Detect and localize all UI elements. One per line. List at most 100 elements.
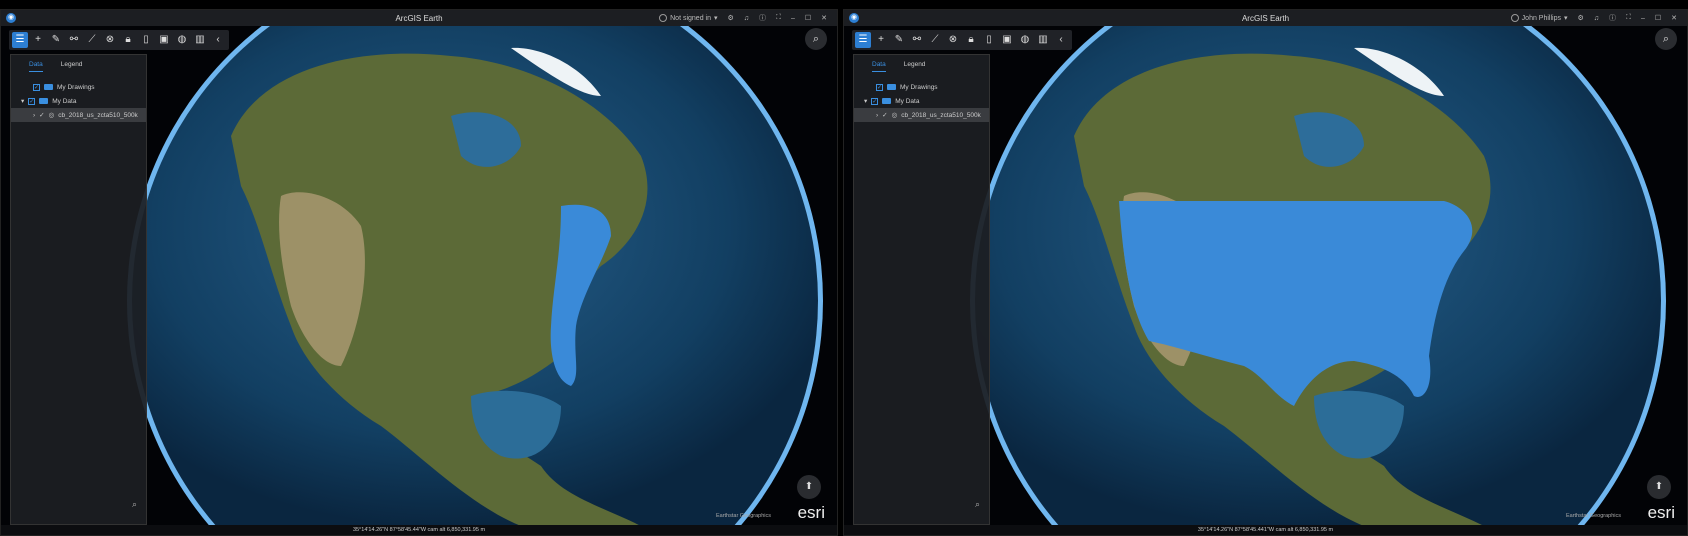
add-data-icon[interactable]: + [30,32,46,48]
contents-panel: Data Legend ✓ My Drawings ▾ ✓ My Data › ✓ ◎ cb… [853,54,990,525]
layer-label: My Data [895,97,920,105]
ruler-icon[interactable]: ⟋ [927,32,943,48]
folder-icon [887,84,896,90]
tab-legend[interactable]: Legend [61,61,83,72]
checkbox[interactable]: ✓ [871,97,879,105]
maximize-button[interactable]: ☐ [805,14,811,22]
bookmark-icon[interactable]: ▯ [138,32,154,48]
title-bar: ◉ ArcGIS Earth John Phillips ▾ ⚙ ♫ ⓘ ⛶ – … [844,10,1687,26]
user-name: Not signed in [670,14,711,22]
user-icon [659,14,668,22]
basemap-globe-icon[interactable]: ◍ [1017,32,1033,48]
bookmark-icon[interactable]: ▯ [981,32,997,48]
settings-icon[interactable]: ⚙ [728,14,734,22]
maximize-button[interactable]: ☐ [1655,14,1661,22]
checkbox[interactable]: ✓ [876,83,883,91]
expand-caret-icon[interactable]: ▾ [864,97,867,105]
attribution: Earthstar Geographics [1565,513,1621,519]
chevron-down-icon: ▾ [1563,15,1568,22]
app-logo-icon: ◉ [849,13,859,23]
status-bar-coordinates: 35°14'14.26"N 87°58'45.44"W cam alt 6,85… [1,525,837,535]
layer-label: cb_2018_us_zcta510_500k [58,111,138,119]
folder-icon [44,84,53,90]
notification-icon[interactable]: ♫ [1594,15,1599,22]
close-button[interactable]: ✕ [1671,14,1677,22]
layer-my-data[interactable]: ▾ ✓ My Data [854,94,989,108]
tab-data[interactable]: Data [872,61,886,72]
add-data-icon[interactable]: + [873,32,889,48]
checkbox[interactable]: ✓ [33,83,40,91]
collapse-chevron-icon[interactable]: ‹ [1053,32,1069,48]
measure-icon[interactable]: ⚯ [909,32,925,48]
attribution: Earthstar Geographics [715,513,771,519]
ruler-icon[interactable]: ⟋ [84,32,100,48]
layer-zcta[interactable]: › ✓ ◎ cb_2018_us_zcta510_500k [11,108,146,122]
minimize-button[interactable]: – [791,15,795,22]
user-icon [1510,14,1519,22]
calendar-icon[interactable]: ▣ [156,32,172,48]
layers-list-icon[interactable]: ☰ [12,32,28,48]
lock-icon[interactable]: 🔒︎ [963,32,979,48]
basemap-globe-icon[interactable]: ◍ [174,32,190,48]
info-icon[interactable]: ⓘ [759,13,766,23]
draw-pencil-icon[interactable]: ✎ [891,32,907,48]
notification-icon[interactable]: ♫ [744,15,749,22]
split-view-icon[interactable]: ▥ [1035,32,1051,48]
layer-label: My Drawings [57,83,95,91]
layer-my-drawings[interactable]: ✓ My Drawings [11,80,146,94]
app-logo-icon: ◉ [6,13,16,23]
expand-caret-icon[interactable]: › [33,112,35,119]
minimize-button[interactable]: – [1641,15,1645,22]
tab-legend[interactable]: Legend [904,61,926,72]
contents-panel: Data Legend ✓ My Drawings ▾ ✓ My Data › ✓ ◎ cb… [10,54,147,525]
layer-my-data[interactable]: ▾ ✓ My Data [11,94,146,108]
layer-type-icon: ◎ [891,112,898,119]
esri-logo: esri [797,503,825,522]
search-layers-icon[interactable]: ⌕ [975,499,980,510]
search-button[interactable]: ⌕ [1655,28,1677,50]
folder-icon [39,98,49,104]
globe-map-view[interactable]: ☰ + ✎ ⚯ ⟋ ⊗ 🔒︎ ▯ ▣ ◍ ▥ ‹ ⌕ Data Legend ✓… [1,26,837,527]
tab-data[interactable]: Data [29,61,43,72]
close-button[interactable]: ✕ [821,14,827,22]
fullscreen-icon[interactable]: ⛶ [1626,14,1631,22]
info-icon[interactable]: ⓘ [1609,13,1616,23]
draw-pencil-icon[interactable]: ✎ [48,32,64,48]
user-name: John Phillips [1521,14,1561,22]
lock-icon[interactable]: 🔒︎ [120,32,136,48]
layer-label: My Drawings [900,83,938,91]
checkbox[interactable]: ✓ [882,111,887,119]
folder-icon [882,98,892,104]
compass-icon[interactable]: ⬆ [797,475,821,499]
layer-zcta[interactable]: › ✓ ◎ cb_2018_us_zcta510_500k [854,108,989,122]
analysis-icon[interactable]: ⊗ [945,32,961,48]
status-bar-coordinates: 35°14'14.26"N 87°58'45.441"W cam alt 6,8… [844,525,1687,535]
calendar-icon[interactable]: ▣ [999,32,1015,48]
collapse-chevron-icon[interactable]: ‹ [210,32,226,48]
esri-logo: esri [1647,503,1675,522]
title-bar: ◉ ArcGIS Earth Not signed in ▾ ⚙ ♫ ⓘ ⛶ – … [1,10,837,26]
analysis-icon[interactable]: ⊗ [102,32,118,48]
user-menu[interactable]: John Phillips ▾ [1510,14,1568,22]
search-layers-icon[interactable]: ⌕ [132,499,137,510]
layers-list-icon[interactable]: ☰ [855,32,871,48]
layer-label: cb_2018_us_zcta510_500k [901,111,981,119]
search-button[interactable]: ⌕ [805,28,827,50]
chevron-down-icon: ▾ [713,15,718,22]
layer-my-drawings[interactable]: ✓ My Drawings [854,80,989,94]
measure-icon[interactable]: ⚯ [66,32,82,48]
fullscreen-icon[interactable]: ⛶ [776,14,781,22]
checkbox[interactable]: ✓ [39,111,44,119]
compass-icon[interactable]: ⬆ [1647,475,1671,499]
arcgis-earth-window-left: ◉ ArcGIS Earth Not signed in ▾ ⚙ ♫ ⓘ ⛶ – … [0,9,838,536]
arcgis-earth-window-right: ◉ ArcGIS Earth John Phillips ▾ ⚙ ♫ ⓘ ⛶ – … [843,9,1688,536]
globe-map-view[interactable]: ☰ + ✎ ⚯ ⟋ ⊗ 🔒︎ ▯ ▣ ◍ ▥ ‹ ⌕ Data Legend ✓… [844,26,1687,527]
expand-caret-icon[interactable]: ▾ [21,97,24,105]
checkbox[interactable]: ✓ [28,97,36,105]
main-toolbar: ☰ + ✎ ⚯ ⟋ ⊗ 🔒︎ ▯ ▣ ◍ ▥ ‹ [9,30,229,50]
expand-caret-icon[interactable]: › [876,112,878,119]
user-menu[interactable]: Not signed in ▾ [659,14,718,22]
layer-type-icon: ◎ [48,112,55,119]
split-view-icon[interactable]: ▥ [192,32,208,48]
settings-icon[interactable]: ⚙ [1578,14,1584,22]
